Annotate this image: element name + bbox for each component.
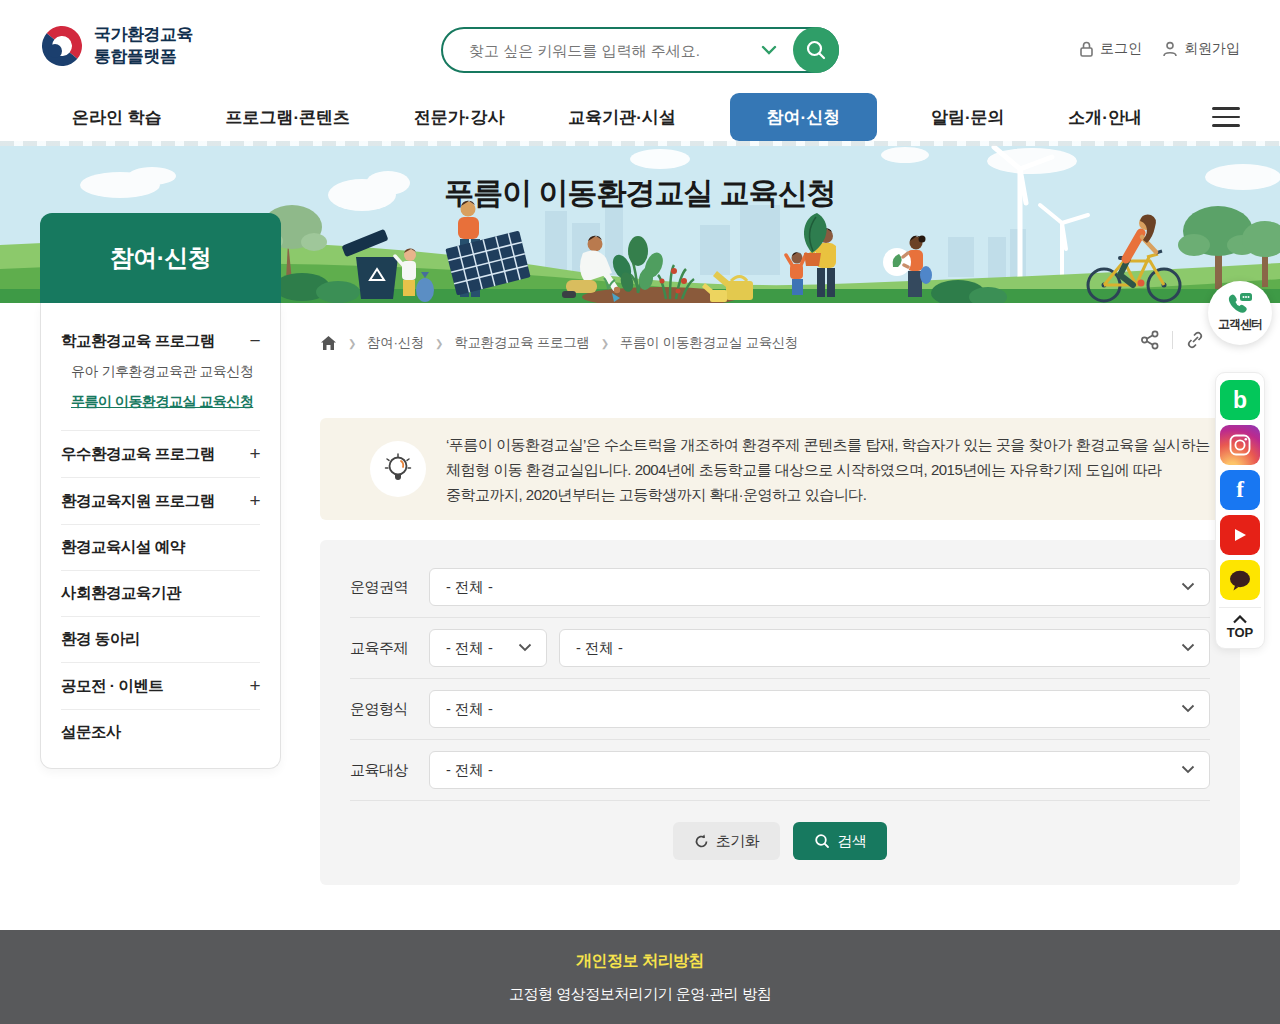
phone-icon [1227,293,1253,315]
main-nav: 온라인 학습 프로그램·콘텐츠 전문가·강사 교육기관·시설 참여·신청 알림·… [0,93,1280,141]
reset-icon [694,834,709,849]
search-input[interactable] [443,42,761,59]
home-icon[interactable] [320,335,337,351]
breadcrumb-item[interactable]: 푸름이 이동환경교실 교육신청 [620,334,799,352]
sidebar-item-support-programs[interactable]: 환경교육지원 프로그램 + [61,487,260,515]
government-emblem-icon [40,24,84,68]
signup-label: 회원가입 [1184,40,1240,58]
chevron-right-icon: ❯ [435,338,443,349]
nav-online-learning[interactable]: 온라인 학습 [62,93,172,141]
region-select[interactable]: - 전체 - [429,568,1210,606]
topic-select[interactable]: - 전체 - [559,629,1210,667]
nav-program-contents[interactable]: 프로그램·콘텐츠 [215,93,360,141]
lock-icon [1079,41,1094,57]
chevron-down-icon [1181,704,1195,713]
topic-category-select[interactable]: - 전체 - [429,629,547,667]
breadcrumb: ❯ 참여·신청 ❯ 학교환경교육 프로그램 ❯ 푸름이 이동환경교실 교육신청 [320,334,798,352]
nav-expert-lecturer[interactable]: 전문가·강사 [404,93,515,141]
expand-icon[interactable]: + [249,490,260,512]
chevron-up-icon [1232,615,1248,624]
signup-link[interactable]: 회원가입 [1162,40,1240,58]
cctv-policy-link[interactable]: 고정형 영상정보처리기기 운영·관리 방침 [509,985,771,1004]
expand-icon[interactable]: + [249,675,260,697]
search-bar [441,27,839,73]
collapse-icon[interactable]: − [249,330,260,352]
program-description: ‘푸름이 이동환경교실’은 수소트럭을 개조하여 환경주제 콘텐츠를 탑재, 학… [446,432,1210,507]
lightbulb-icon [370,441,426,497]
sidebar-menu: 학교환경교육 프로그램 − 유아 기후환경교육관 교육신청 푸름이 이동환경교실… [40,303,281,769]
privacy-policy-link[interactable]: 개인정보 처리방침 [576,951,704,972]
filter-search-button[interactable]: 검색 [793,822,887,860]
hero-top-border [0,141,1280,146]
chevron-right-icon: ❯ [601,338,609,349]
format-select[interactable]: - 전체 - [429,690,1210,728]
expand-icon[interactable]: + [249,443,260,465]
social-links-panel: b f TOP [1215,372,1265,649]
site-logo[interactable]: 국가환경교육 통합플랫폼 [40,24,193,68]
nav-institution-facility[interactable]: 교육기관·시설 [558,93,686,141]
naver-blog-icon[interactable]: b [1220,380,1260,420]
sidebar-item-survey[interactable]: 설문조사 [61,719,260,746]
sidebar-item-social-institutions[interactable]: 사회환경교육기관 [61,580,260,607]
kakaotalk-icon[interactable] [1220,560,1260,600]
search-icon [805,39,827,61]
search-category-chevron-icon[interactable] [761,45,777,55]
site-title: 국가환경교육 통합플랫폼 [94,24,193,68]
filter-label-region: 운영권역 [350,578,429,597]
breadcrumb-item[interactable]: 참여·신청 [367,334,424,352]
sidebar-item-contest-event[interactable]: 공모전 · 이벤트 + [61,672,260,700]
reset-button[interactable]: 초기화 [673,822,781,860]
breadcrumb-item[interactable]: 학교환경교육 프로그램 [454,334,589,352]
page-title: 푸름이 이동환경교실 교육신청 [0,173,1280,214]
sidebar-item-environment-club[interactable]: 환경 동아리 [61,626,260,653]
login-label: 로그인 [1100,40,1142,58]
filter-label-audience: 교육대상 [350,761,429,780]
search-icon [814,833,830,849]
sidebar-subitem-infant-climate[interactable]: 유아 기후환경교육관 교육신청 [71,357,260,387]
customer-center-button[interactable]: 고객센터 [1208,281,1272,345]
share-icon[interactable] [1128,330,1172,350]
menu-hamburger-icon[interactable] [1212,107,1240,127]
copy-link-icon[interactable] [1173,330,1217,350]
search-button[interactable] [793,27,839,73]
header: 국가환경교육 통합플랫폼 로그인 회원가입 [0,0,1280,93]
filter-label-format: 운영형식 [350,700,429,719]
nav-participation-application[interactable]: 참여·신청 [730,93,878,141]
sidebar-title: 참여·신청 [40,213,281,303]
chevron-down-icon [518,643,532,652]
chevron-down-icon [1181,765,1195,774]
footer: 개인정보 처리방침 고정형 영상정보처리기기 운영·관리 방침 [0,930,1280,1024]
sidebar-subitem-pureumi-mobile[interactable]: 푸름이 이동환경교실 교육신청 [71,387,260,417]
chevron-down-icon [1181,643,1195,652]
facebook-icon[interactable]: f [1220,470,1260,510]
login-link[interactable]: 로그인 [1079,40,1142,58]
nav-notice-inquiry[interactable]: 알림·문의 [921,93,1015,141]
sidebar-item-facility-reservation[interactable]: 환경교육시설 예약 [61,534,260,561]
filter-label-topic: 교육주제 [350,639,429,658]
search-filter-panel: 운영권역 - 전체 - 교육주제 - 전체 - - 전체 - 운영형식 - 전체… [320,540,1240,885]
scroll-to-top-button[interactable]: TOP [1219,607,1261,642]
chevron-down-icon [1181,582,1195,591]
audience-select[interactable]: - 전체 - [429,751,1210,789]
sidebar-item-excellent-programs[interactable]: 우수환경교육 프로그램 + [61,440,260,468]
chevron-right-icon: ❯ [348,338,356,349]
instagram-icon[interactable] [1220,425,1260,465]
program-description-box: ‘푸름이 이동환경교실’은 수소트럭을 개조하여 환경주제 콘텐츠를 탑재, 학… [320,418,1240,520]
sidebar-item-school-programs[interactable]: 학교환경교육 프로그램 − [61,327,260,355]
youtube-icon[interactable] [1220,515,1260,555]
person-icon [1162,41,1178,57]
nav-about[interactable]: 소개·안내 [1058,93,1152,141]
